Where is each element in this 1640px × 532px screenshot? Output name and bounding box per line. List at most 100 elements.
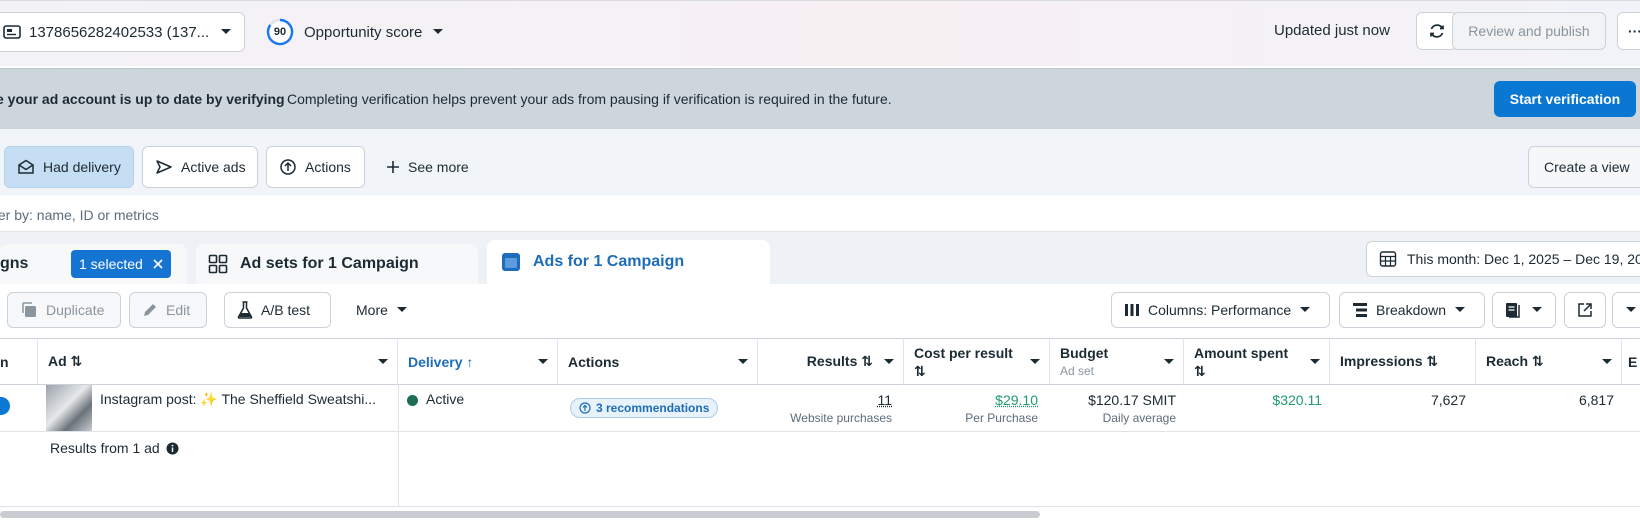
ad-thumbnail <box>46 385 92 431</box>
cost-cell: $29.10 Per Purchase <box>904 392 1038 425</box>
actions-chip[interactable]: Actions <box>266 146 365 188</box>
column-header-name[interactable]: n <box>0 338 38 385</box>
results-summary-label: Results from 1 ad <box>50 440 160 456</box>
column-header-amount-spent[interactable]: Amount spent ⇅ <box>1184 338 1330 385</box>
columns-button[interactable]: Columns: Performance <box>1111 292 1330 328</box>
opportunity-score[interactable]: 90 Opportunity score <box>266 16 444 48</box>
column-header-delivery[interactable]: Delivery ↑ <box>398 338 558 385</box>
calendar-table-icon <box>1379 250 1397 268</box>
banner-text: Completing verification helps prevent yo… <box>287 91 892 107</box>
refresh-button[interactable] <box>1416 12 1457 50</box>
pencil-icon <box>142 302 158 318</box>
chevron-down-icon[interactable] <box>1309 358 1321 366</box>
create-view-button[interactable]: Create a view <box>1528 146 1640 188</box>
active-ads-chip[interactable]: Active ads <box>142 146 258 188</box>
selected-badge[interactable]: 1 selected <box>71 250 171 278</box>
chevron-down-icon <box>1531 306 1543 314</box>
chevron-down-icon[interactable] <box>1601 358 1613 366</box>
recommendations-badge[interactable]: 3 recommendations <box>570 398 719 418</box>
more-label: More <box>356 302 388 318</box>
opportunity-score-ring: 90 <box>266 18 294 46</box>
column-divider <box>398 385 399 507</box>
chip-label: Had delivery <box>43 159 121 175</box>
refresh-icon <box>1428 22 1446 40</box>
results-cell: 11 Website purchases <box>758 392 892 425</box>
top-bar <box>0 0 1640 66</box>
edit-button[interactable]: Edit <box>129 292 207 328</box>
chevron-down-icon <box>1625 306 1637 314</box>
tab-ads[interactable]: Ads for 1 Campaign <box>487 240 770 284</box>
review-and-publish-button[interactable]: Review and publish <box>1452 12 1606 50</box>
breakdown-button[interactable]: Breakdown <box>1339 292 1485 328</box>
send-icon <box>155 159 173 175</box>
chevron-down-icon <box>220 28 232 36</box>
updated-status: Updated just now <box>1274 22 1390 39</box>
cost-value[interactable]: $29.10 <box>904 392 1038 408</box>
column-header-reach[interactable]: Reach ⇅ <box>1476 338 1622 385</box>
breakdown-icon <box>1352 302 1368 318</box>
chevron-down-icon <box>1299 306 1311 314</box>
budget-value[interactable]: $120.17 SMIT <box>1050 392 1176 408</box>
chevron-down-icon <box>396 306 408 314</box>
account-selector[interactable]: 1378656282402533 (137... <box>0 12 245 52</box>
plus-icon <box>386 160 400 174</box>
chevron-down-icon[interactable] <box>1163 358 1175 366</box>
export-button[interactable] <box>1564 292 1606 328</box>
chevron-down-icon[interactable] <box>537 358 549 366</box>
duplicate-icon <box>20 301 38 319</box>
reports-button[interactable] <box>1492 292 1556 328</box>
close-icon[interactable] <box>153 259 163 269</box>
start-verification-button[interactable]: Start verification <box>1494 81 1636 117</box>
date-range-label: This month: Dec 1, 2025 – Dec 19, 2025 <box>1407 251 1640 267</box>
chevron-down-icon[interactable] <box>1029 358 1041 366</box>
ad-name[interactable]: Instagram post: ✨ The Sheffield Sweatshi… <box>100 391 390 411</box>
chevron-down-icon[interactable] <box>883 358 895 366</box>
external-link-icon <box>1577 302 1593 318</box>
column-header-budget[interactable]: Budget Ad set <box>1050 338 1184 385</box>
duplicate-button[interactable]: Duplicate <box>7 292 121 328</box>
column-header-results[interactable]: Results ⇅ <box>758 338 904 385</box>
account-label: 1378656282402533 (137... <box>29 23 210 41</box>
more-options-button[interactable]: ··· <box>1617 12 1640 50</box>
ad-account-icon <box>3 24 21 40</box>
tab-ad-sets[interactable]: Ad sets for 1 Campaign <box>196 244 478 284</box>
opportunity-score-value: 90 <box>273 26 287 38</box>
edit-label: Edit <box>166 302 191 318</box>
columns-label: Columns: Performance <box>1148 302 1292 318</box>
ad-icon <box>501 252 521 272</box>
status-dot <box>407 395 418 406</box>
ab-test-button[interactable]: A/B test <box>224 292 331 328</box>
reach-value: 6,817 <box>1578 392 1614 408</box>
chevron-down-icon[interactable] <box>377 358 389 366</box>
budget-cell: $120.17 SMIT Daily average <box>1050 392 1176 425</box>
search-bar[interactable] <box>0 195 1640 232</box>
column-header-ad[interactable]: Ad ⇅ <box>38 338 398 385</box>
results-type: Website purchases <box>790 411 892 425</box>
info-icon[interactable] <box>166 442 179 455</box>
had-delivery-chip[interactable]: Had delivery <box>4 146 134 188</box>
impressions-value: 7,627 <box>1430 392 1466 408</box>
horizontal-scrollbar[interactable] <box>0 511 1040 518</box>
chip-label: Active ads <box>181 159 246 175</box>
banner-title: e your ad account is up to date by verif… <box>0 91 285 107</box>
chevron-down-icon[interactable] <box>737 358 749 366</box>
toolbar-overflow-button[interactable] <box>1612 292 1640 328</box>
amount-spent-value: $320.11 <box>1272 392 1322 408</box>
column-header-cost-per-result[interactable]: Cost per result ⇅ <box>904 338 1050 385</box>
results-value[interactable]: 11 <box>758 392 892 408</box>
tab-label: Ads for 1 Campaign <box>533 253 685 270</box>
envelope-icon <box>17 159 35 175</box>
date-range-picker[interactable]: This month: Dec 1, 2025 – Dec 19, 2025 <box>1366 241 1640 277</box>
see-more-button[interactable]: See more <box>374 146 484 188</box>
breakdown-label: Breakdown <box>1376 302 1447 318</box>
column-header-more[interactable]: E <box>1622 338 1640 385</box>
arrow-up-circle-icon <box>579 402 591 414</box>
column-header-actions[interactable]: Actions <box>558 338 758 385</box>
flask-icon <box>237 301 253 319</box>
search-input[interactable]: ter by: name, ID or metrics <box>0 207 159 223</box>
results-summary: Results from 1 ad <box>50 440 179 456</box>
chip-label: See more <box>408 159 469 175</box>
recommendations-label: 3 recommendations <box>596 401 710 415</box>
more-actions-button[interactable]: More <box>344 292 424 328</box>
column-header-impressions[interactable]: Impressions ⇅ <box>1330 338 1476 385</box>
